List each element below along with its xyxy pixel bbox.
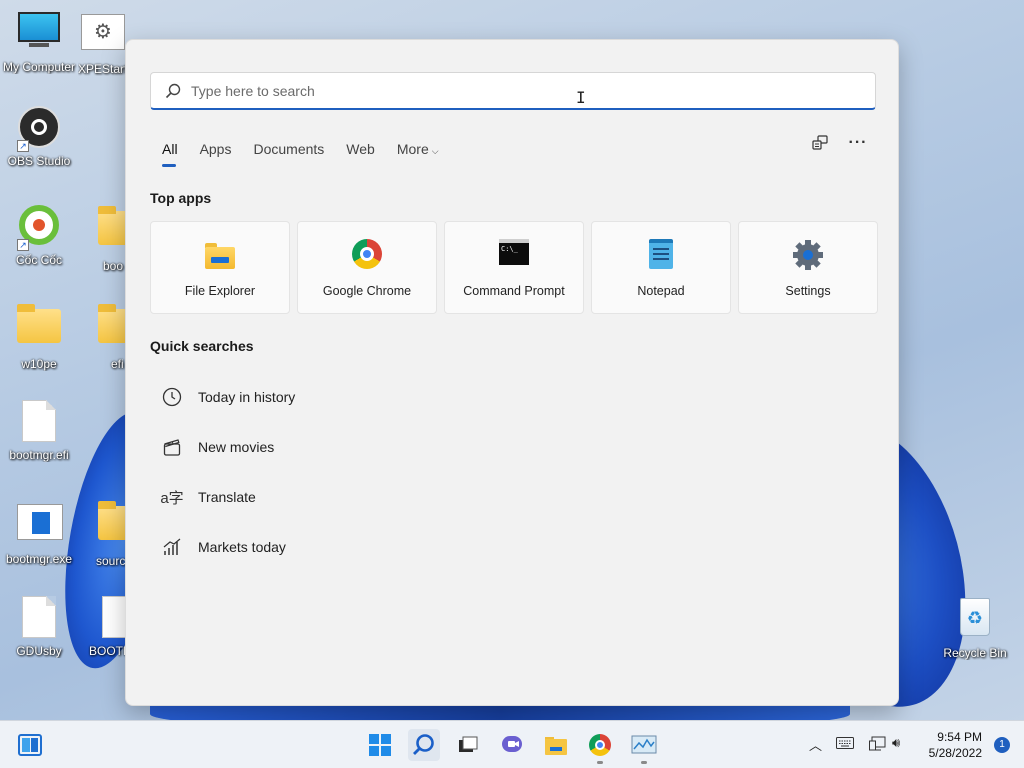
quick-search-today-in-history[interactable]: Today in history [150,372,550,422]
notepad-icon [645,239,677,271]
ellipsis-icon: ··· [848,134,868,151]
folder-icon [17,304,61,353]
speaker-icon: 🔊︎ [892,735,901,750]
clock-time: 9:54 PM [937,730,982,744]
top-apps-list: File Explorer Google Chrome C:\_ Command… [150,221,878,314]
file-icon [17,400,61,444]
app-window-icon [17,504,63,548]
top-apps-heading: Top apps [150,190,212,206]
tab-web[interactable]: Web [335,137,386,161]
chevron-up-icon: ︿ [809,738,823,753]
desktop-icon-boo-folder[interactable]: boo [78,205,126,273]
quick-search-markets-today[interactable]: Markets today [150,522,550,572]
task-view-button[interactable] [452,729,484,761]
chart-icon [160,535,184,559]
quick-searches-list: Today in history New movies a字 Translate… [150,372,550,572]
search-button[interactable] [408,729,440,761]
quick-search-translate[interactable]: a字 Translate [150,472,550,522]
start-button[interactable] [364,729,396,761]
clapperboard-icon [160,435,184,459]
taskbar: ︿ 🔊︎ 9:54 PM 5/28/2022 1 [0,720,1024,768]
folder-icon [545,737,567,755]
app-tile-file-explorer[interactable]: File Explorer [150,221,290,314]
translate-icon: a字 [160,489,184,507]
search-toolbar: ··· [810,134,868,156]
gear-icon [792,239,824,271]
obs-icon: ↗ [17,106,61,152]
search-input[interactable] [191,82,791,99]
coccoc-icon: ↗ [17,205,61,251]
desktop-icon-obs-studio[interactable]: ↗ OBS Studio [1,106,77,168]
clock-date: 5/28/2022 [928,746,982,760]
widgets-icon [18,734,42,756]
chrome-icon [589,734,611,756]
input-keyboard-button[interactable] [836,737,854,752]
volume-button[interactable]: 🔊︎ [892,735,900,751]
chat-icon [502,736,522,752]
search-filter-tabs: All Apps Documents Web More ⌵ [150,137,450,167]
search-devices-button[interactable] [810,134,830,156]
clock[interactable]: 9:54 PM 5/28/2022 [929,729,982,761]
app-tile-command-prompt[interactable]: C:\_ Command Prompt [444,221,584,314]
chrome-icon [351,239,383,271]
search-panel: I All Apps Documents Web More⌵ ··· Top a… [125,39,899,706]
app-tile-settings[interactable]: Settings [738,221,878,314]
search-box[interactable] [150,72,876,110]
notification-badge[interactable]: 1 [994,737,1010,753]
more-options-button[interactable]: ··· [848,134,868,156]
devices-icon [812,135,828,150]
desktop-icon-bootmgr[interactable]: BOOTM [78,596,126,658]
performance-monitor-icon [631,735,657,754]
desktop-icon-efi-folder[interactable]: efi [78,303,126,371]
clock-icon [160,385,184,409]
mouse-cursor-ibeam-icon: I [576,88,586,107]
tab-apps[interactable]: Apps [189,137,243,161]
chrome-taskbar-button[interactable] [584,729,616,764]
folder-icon [80,501,126,550]
folder-icon [204,239,236,271]
task-view-icon [459,736,478,752]
file-icon [17,596,61,640]
show-hidden-icons-button[interactable]: ︿ [809,735,822,754]
gear-window-icon: ⚙ [81,14,125,58]
monitor-icon [17,12,61,56]
search-icon [165,83,181,98]
desktop-icon-xpestart[interactable]: ⚙ XPEStart [78,10,128,76]
tab-more-label: More [396,141,429,157]
show-widgets-button[interactable] [14,729,46,761]
desktop-icon-recycle-bin[interactable]: ♻ Recycle Bin [937,596,1013,660]
desktop-icon-bootmgr-efi[interactable]: bootmgr.efi [1,400,77,462]
desktop-icon-my-computer[interactable]: My Computer [1,10,77,74]
teams-chat-button[interactable] [496,729,528,761]
desktop-icon-sources-folder[interactable]: sourc [78,500,126,568]
keyboard-icon [836,737,854,749]
network-icon [869,736,886,751]
recycle-bin-icon: ♻ [953,598,997,642]
running-indicator [597,761,603,764]
desktop-icon-w10pe[interactable]: w10pe [1,303,77,371]
folder-icon [80,304,126,353]
network-button[interactable] [869,736,887,755]
search-icon [413,734,434,755]
chevron-down-icon: ⌵ [431,146,439,156]
desktop-icon-coc-coc[interactable]: ↗ Cốc Cốc [1,205,77,267]
app-tile-notepad[interactable]: Notepad [591,221,731,314]
folder-icon [80,206,126,255]
desktop-icon-bootmgr-exe[interactable]: bootmgr.exe [1,500,77,566]
file-explorer-taskbar-button[interactable] [540,729,572,761]
quick-search-new-movies[interactable]: New movies [150,422,550,472]
tab-all[interactable]: All [150,137,189,167]
tab-documents[interactable]: Documents [242,137,335,161]
file-icon [80,596,126,640]
app-tile-google-chrome[interactable]: Google Chrome [297,221,437,314]
windows-logo-icon [369,734,391,756]
running-indicator [641,761,647,764]
desktop-icon-gdusby[interactable]: GDUsby [1,596,77,658]
resource-monitor-taskbar-button[interactable] [628,729,660,764]
tab-more[interactable]: More ⌵ [386,137,450,161]
quick-searches-heading: Quick searches [150,338,254,354]
cmd-icon: C:\_ [498,239,530,271]
